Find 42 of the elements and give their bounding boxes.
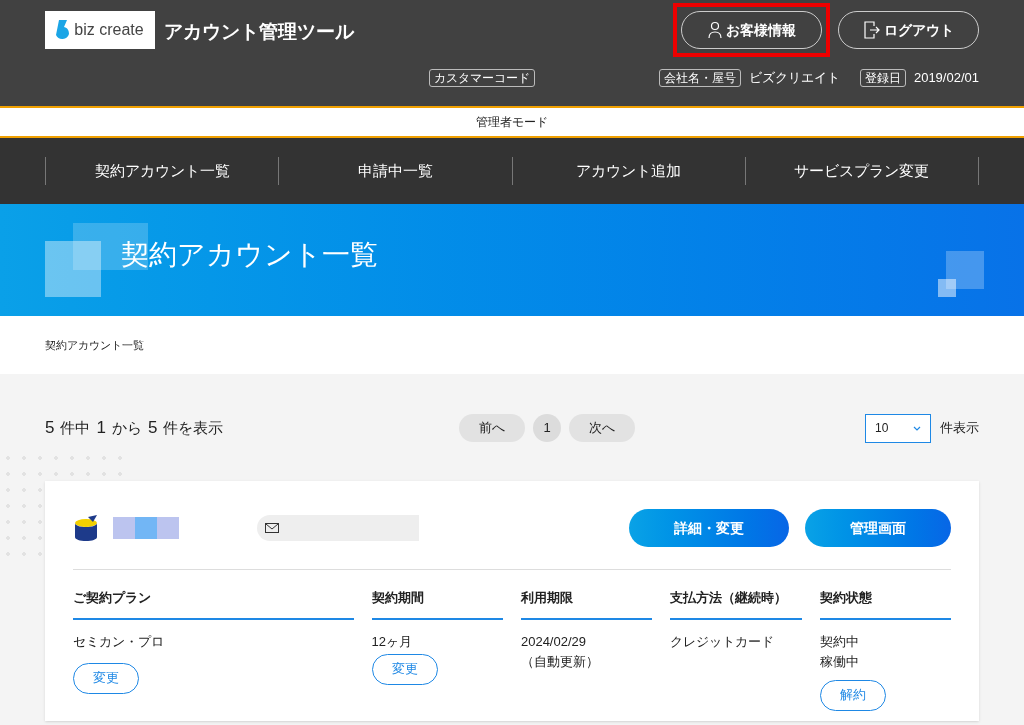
info-value: 2019/02/01 <box>913 69 979 87</box>
column-value: 稼働中 <box>819 652 860 671</box>
column-heading: 支払方法（継続時） <box>670 588 802 620</box>
column-value: 2024/02/29 <box>520 632 588 651</box>
result-summary: 5 件中 1 から 5 件を表示 <box>45 417 224 440</box>
chevron-down-icon <box>913 425 921 431</box>
nav-link[interactable]: サービスプラン変更 <box>744 157 979 185</box>
column-value: 契約中 <box>819 632 860 651</box>
per-page-label: 件表示 <box>940 419 979 438</box>
mail-icon <box>265 523 279 533</box>
info-value: ビズクリエイト <box>748 69 840 87</box>
column-heading: ご契約プラン <box>73 588 354 620</box>
pagination-button[interactable]: 前へ <box>459 414 525 442</box>
pagination-button[interactable]: 次へ <box>569 414 635 442</box>
pagination-button[interactable]: 1 <box>533 414 561 442</box>
info-tag: 会社名・屋号 <box>658 68 741 87</box>
column-heading: 契約期間 <box>371 588 503 620</box>
column-value: セミカン・プロ <box>73 632 165 651</box>
nav-link[interactable]: 契約アカウント一覧 <box>45 157 279 185</box>
logout-icon <box>863 21 880 39</box>
admin-button[interactable]: 管理画面 <box>805 509 951 547</box>
nav-link[interactable]: アカウント追加 <box>511 157 745 185</box>
breadcrumb[interactable]: 契約アカウント一覧 <box>45 336 144 354</box>
per-page-select[interactable]: 10 <box>865 413 931 443</box>
column-heading: 利用期限 <box>520 588 653 620</box>
column-value: （自動更新） <box>520 652 600 671</box>
page-title: 契約アカウント一覧 <box>121 238 378 272</box>
decorative-square <box>45 241 101 297</box>
user-icon <box>707 21 722 39</box>
column-value: 12ヶ月 <box>371 632 414 651</box>
details-button[interactable]: 詳細・変更 <box>629 509 789 547</box>
logo-text: biz create <box>74 22 144 38</box>
info-tag: カスタマーコード <box>428 68 535 87</box>
app-title: アカウント管理ツール <box>164 20 354 44</box>
logo-mark-icon <box>56 18 71 42</box>
column-value: クレジットカード <box>670 632 776 651</box>
info-tag: 登録日 <box>859 68 906 87</box>
nav-link[interactable]: 申請中一覧 <box>278 157 512 185</box>
mode-bar: 管理者モード <box>0 106 1024 138</box>
redacted-name <box>113 517 179 539</box>
logo[interactable]: biz create <box>45 11 155 49</box>
column-heading: 契約状態 <box>819 588 951 620</box>
